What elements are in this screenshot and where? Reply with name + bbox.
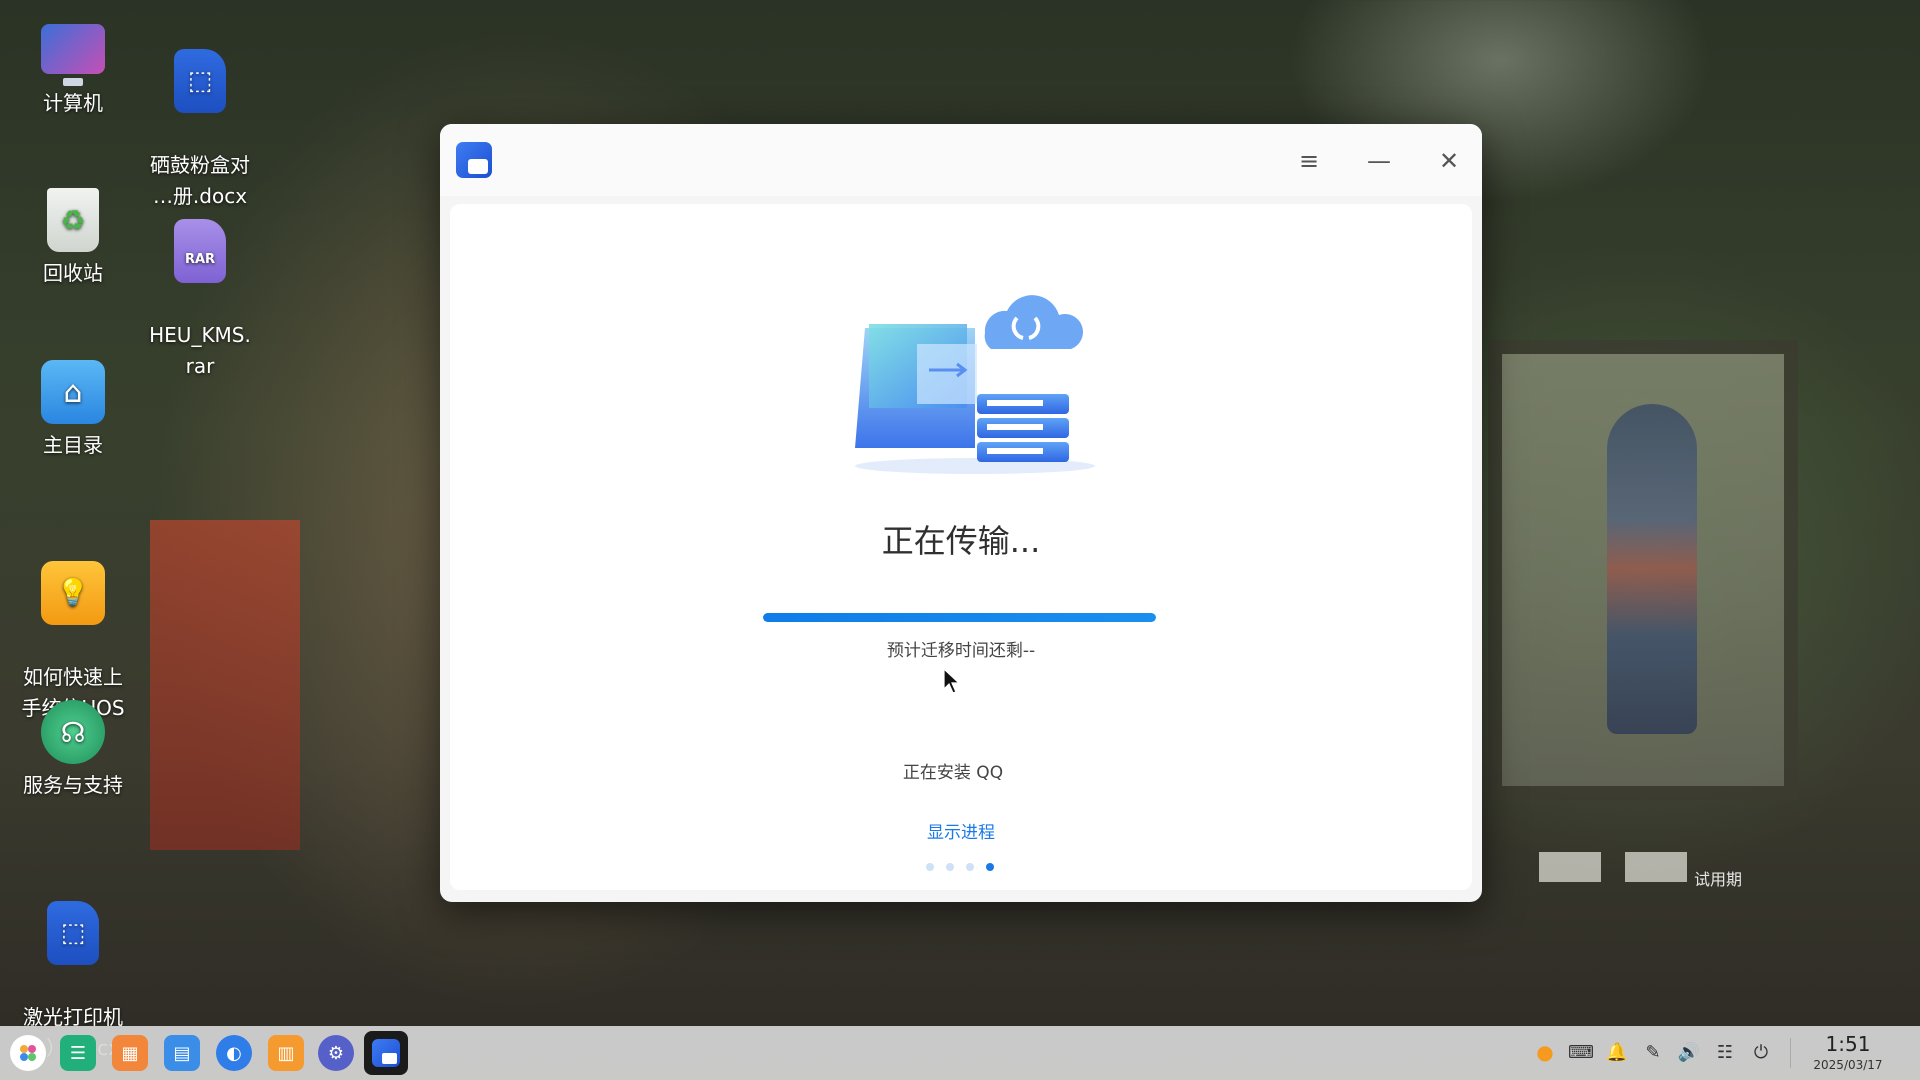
notification-icon[interactable]: 🔔 <box>1605 1040 1629 1064</box>
install-status-text: 正在安装 QQ <box>902 763 1004 783</box>
close-button[interactable]: ✕ <box>1432 144 1466 178</box>
desktop-icon-label: 计算机 <box>43 91 103 115</box>
control-center-icon[interactable]: ☷ <box>1713 1040 1737 1064</box>
wallpaper-shape <box>1625 852 1687 882</box>
launcher-icon[interactable] <box>10 1035 46 1071</box>
keyboard-icon[interactable]: ⌨ <box>1568 1040 1594 1064</box>
volume-icon[interactable]: 🔊 <box>1677 1040 1701 1064</box>
clock-date[interactable]: 2025/03/17 <box>1808 1058 1888 1072</box>
trial-label: 试用期 <box>1694 870 1743 889</box>
desktop-icon-home[interactable]: ⌂ 主目录 <box>9 360 137 461</box>
browser-icon[interactable]: ◐ <box>216 1035 252 1071</box>
support-headset-icon: ☊ <box>41 700 105 764</box>
transfer-illustration <box>855 295 1095 474</box>
menu-icon: ≡ <box>1298 147 1320 175</box>
file-manager-icon[interactable]: ▤ <box>164 1035 200 1071</box>
show-progress-link[interactable]: 显示进程 <box>450 818 1472 843</box>
desktop-icon-label: 回收站 <box>43 261 103 285</box>
rar-archive-icon: RAR <box>174 219 226 283</box>
desktop-icon-trash[interactable]: ♻ 回收站 <box>9 188 137 289</box>
word-doc-icon: ⬚ <box>174 49 226 113</box>
tray-separator <box>1790 1038 1791 1068</box>
close-icon: ✕ <box>1438 147 1460 175</box>
home-folder-icon: ⌂ <box>41 360 105 424</box>
transfer-content: 正在传输... 预计迁移时间还剩-- 正在安装 QQ 显示进程 <box>450 204 1472 890</box>
page-dot <box>986 863 994 871</box>
data-transfer-window: ≡ — ✕ 正在传输... 预计迁移时间还剩-- 正在安装 QQ 显示进程 <box>440 124 1482 902</box>
word-doc-icon: ⬚ <box>47 901 99 965</box>
desktop-icon-label: HEU_KMS. rar <box>149 323 251 378</box>
wallpaper-banner <box>150 520 300 850</box>
lightbulb-icon: 💡 <box>41 561 105 625</box>
eta-text: 预计迁移时间还剩-- <box>886 641 1036 661</box>
transfer-progress-bar <box>763 613 1156 622</box>
power-icon[interactable]: ⏻ <box>1749 1040 1773 1064</box>
desktop-icon-heu-kms[interactable]: RAR HEU_KMS. rar <box>136 188 264 413</box>
multitask-view-icon[interactable]: ☰ <box>60 1035 96 1071</box>
data-transfer-icon[interactable] <box>364 1031 408 1075</box>
clock-time[interactable]: 1:51 <box>1808 1032 1888 1056</box>
app-store-icon[interactable]: ▦ <box>112 1035 148 1071</box>
mouse-cursor-icon <box>943 668 961 694</box>
rar-badge: RAR <box>184 251 216 267</box>
taskbar: ☰ ▦ ▤ ◐ ▥ ⚙ ● ⌨ 🔔 ✎ 🔊 ☷ ⏻ 1:51 2025/03/1… <box>0 1026 1920 1080</box>
desktop-icon-computer[interactable]: 计算机 <box>9 18 137 119</box>
wallpaper-shape <box>1539 852 1601 882</box>
computer-icon <box>41 24 105 86</box>
settings-icon[interactable]: ⚙ <box>318 1035 354 1071</box>
uos-ai-icon[interactable]: ● <box>1533 1040 1557 1064</box>
window-titlebar[interactable]: ≡ — ✕ <box>440 124 1482 196</box>
page-indicator <box>926 863 994 871</box>
minimize-button[interactable]: — <box>1362 144 1396 178</box>
page-dot <box>946 863 954 871</box>
desktop-icon-label: 主目录 <box>43 433 103 457</box>
desktop-icon-support[interactable]: ☊ 服务与支持 <box>9 700 137 801</box>
transfer-app-icon <box>456 142 492 178</box>
transfer-status-title: 正在传输... <box>881 522 1041 560</box>
trash-icon: ♻ <box>47 188 99 252</box>
progress-fill <box>763 613 1156 622</box>
wallpaper-figure <box>1607 404 1697 734</box>
transfer-app-icon <box>372 1039 400 1067</box>
wallpaper-poster <box>1488 340 1798 800</box>
desktop-icon-label: 服务与支持 <box>23 773 123 797</box>
package-icon[interactable]: ▥ <box>268 1035 304 1071</box>
pen-icon[interactable]: ✎ <box>1641 1040 1665 1064</box>
page-dot <box>926 863 934 871</box>
menu-button[interactable]: ≡ <box>1292 144 1326 178</box>
minimize-icon: — <box>1367 147 1391 175</box>
page-dot <box>966 863 974 871</box>
